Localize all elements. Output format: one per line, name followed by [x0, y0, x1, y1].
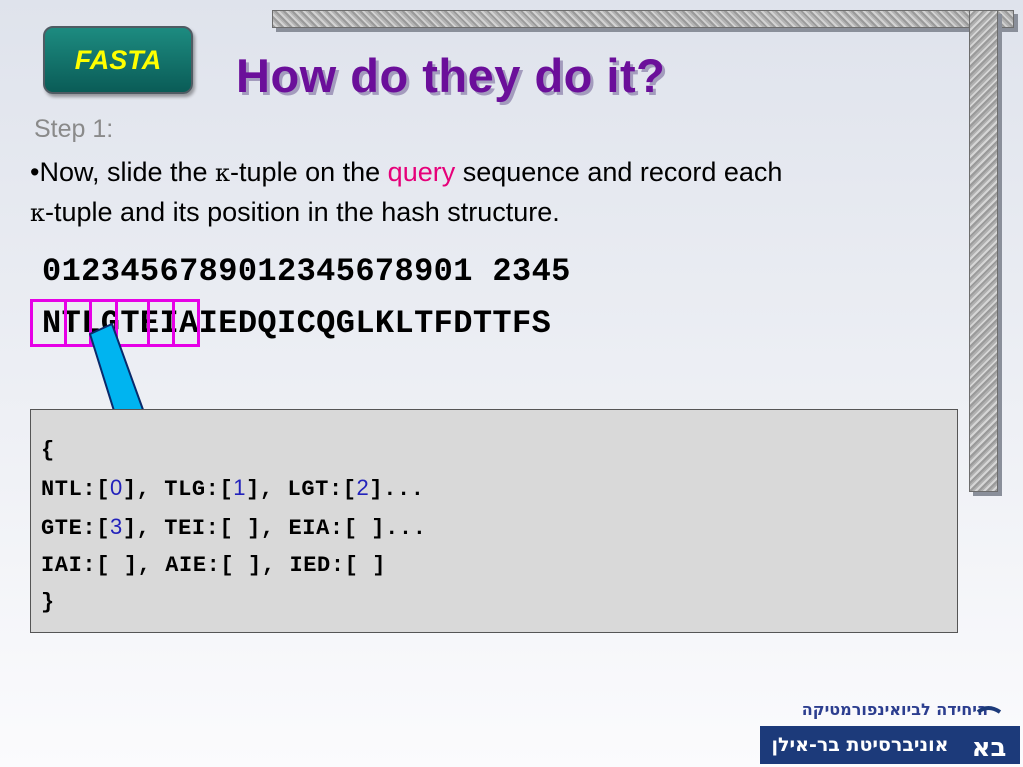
- fasta-badge: FASTA: [43, 26, 193, 94]
- position-index-row: 0123456789012345678901 2345: [42, 253, 571, 290]
- fasta-badge-label: FASTA: [74, 44, 162, 75]
- hash-open-brace: {: [41, 438, 55, 463]
- hash-line-1-b: ], TLG:[: [122, 477, 234, 502]
- bullet-part2: -tuple on the: [230, 157, 388, 187]
- university-logo-icon: בא: [958, 706, 1020, 764]
- ktuple-box-6: [172, 299, 200, 347]
- hash-line-3: IAI:[ ], AIE:[ ], IED:[ ]: [41, 553, 387, 578]
- hash-structure-box: { NTL:[0], TLG:[1], LGT:[2]... GTE:[3], …: [30, 409, 958, 633]
- kappa-symbol: κ: [215, 159, 231, 187]
- kappa-symbol-2: κ: [30, 199, 45, 227]
- hash-index-1: 1: [233, 475, 247, 500]
- logo-mark-letters: בא: [972, 733, 1007, 763]
- bullet-prefix: •Now, slide the: [30, 157, 216, 187]
- bullet-part3: sequence and record each: [455, 157, 783, 187]
- hash-index-2: 2: [356, 475, 370, 500]
- hash-close-brace: }: [41, 590, 55, 615]
- hash-line-1-d: ]...: [369, 477, 425, 502]
- slide-title: How do they do it?: [236, 49, 666, 102]
- step-label: Step 1:: [34, 115, 114, 143]
- hash-line-1-a: NTL:[: [41, 477, 111, 502]
- hash-line-2-b: ], TEI:[ ], EIA:[ ]...: [122, 516, 427, 541]
- hash-line-2: GTE:[3], TEI:[ ], EIA:[ ]...: [41, 508, 957, 547]
- university-name: אוניברסיטת בר-אילן: [771, 734, 949, 756]
- bioinformatics-unit-label: היחידה לביואינפורמטיקה: [801, 700, 988, 719]
- query-word: query: [387, 157, 456, 187]
- bullet-part4: -tuple and its position in the hash stru…: [45, 197, 560, 227]
- university-name-bar: אוניברסיטת בר-אילן: [760, 726, 960, 764]
- hash-line-2-a: GTE:[: [41, 516, 111, 541]
- decorative-side-bar: [969, 10, 998, 492]
- hash-line-1: NTL:[0], TLG:[1], LGT:[2]...: [41, 469, 957, 508]
- ktuple-box-1: [30, 299, 67, 347]
- hash-index-0: 0: [110, 475, 123, 500]
- bullet-text: •Now, slide the κ-tuple on the query seq…: [30, 153, 930, 233]
- hash-index-3: 3: [110, 514, 123, 539]
- decorative-top-bar: [272, 10, 1014, 28]
- hash-line-1-c: ], LGT:[: [246, 477, 357, 502]
